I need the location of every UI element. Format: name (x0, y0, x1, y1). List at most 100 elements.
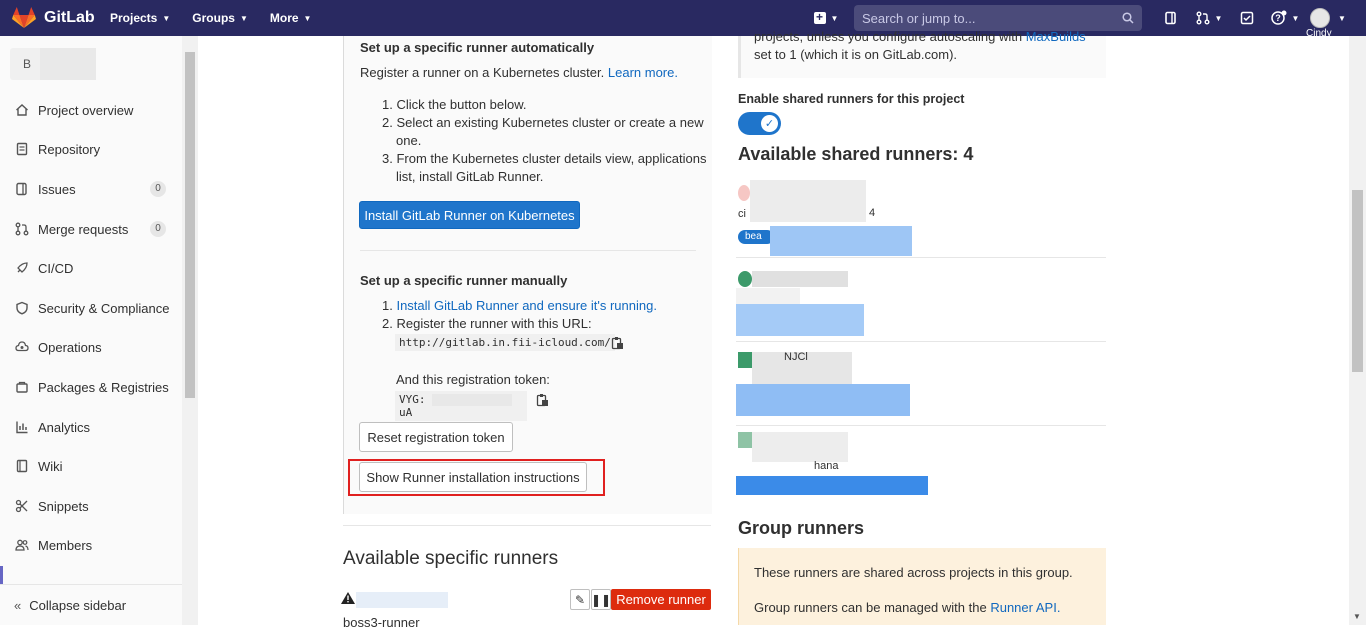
chevron-down-icon: ▼ (1338, 13, 1346, 23)
new-item-dropdown[interactable]: + ▼ (808, 11, 844, 24)
runner-api-link[interactable]: Runner API. (990, 600, 1060, 615)
maxbuilds-link[interactable]: MaxBuilds (1026, 29, 1086, 44)
clipboard-icon (611, 337, 623, 350)
nav-groups[interactable]: Groups ▼ (192, 11, 248, 25)
clipboard-icon (536, 394, 548, 407)
sidebar-item-label: Members (38, 537, 93, 553)
runner-separator (736, 341, 1106, 342)
sidebar-item-packages-registries[interactable]: Packages & Registries (0, 368, 182, 406)
warning-icon (341, 592, 355, 604)
scroll-down-arrow-icon[interactable]: ▼ (1353, 612, 1361, 621)
top-navbar: GitLab Projects ▼ Groups ▼ More ▼ + ▼ Searc… (0, 0, 1366, 39)
manual-step-2: 2. Register the runner with this URL: (382, 316, 592, 331)
snippet-icon (14, 498, 30, 514)
enable-shared-runners-toggle[interactable]: ✓ (738, 112, 781, 135)
sidebar-item-security-compliance[interactable]: Security & Compliance (0, 289, 182, 327)
auto-setup-heading: Set up a specific runner automatically (360, 40, 595, 55)
copy-url-button[interactable] (611, 336, 624, 353)
home-icon (14, 102, 30, 118)
collapse-sidebar-button[interactable]: « Collapse sidebar (0, 584, 182, 625)
sidebar-item-issues[interactable]: Issues 0 (0, 170, 182, 208)
sidebar-scrollbar-thumb[interactable] (185, 52, 195, 398)
nav-more[interactable]: More ▼ (270, 11, 312, 25)
chevron-down-icon: ▼ (239, 13, 248, 23)
edit-runner-button[interactable]: ✎ (570, 589, 590, 610)
token-label: And this registration token: (396, 372, 550, 387)
learn-more-link[interactable]: Learn more. (608, 65, 678, 80)
group-runners-line-1: These runners are shared across projects… (754, 565, 1073, 580)
runner-url-code: http://gitlab.in.fii-icloud.com/ (395, 334, 615, 351)
auto-step-1-text: Click the button below. (396, 97, 527, 112)
check-icon: ✓ (761, 115, 778, 132)
redacted-project-name (40, 48, 96, 80)
runner-tag-badge: bea (738, 230, 774, 244)
registration-token-code: VYG: uA (395, 391, 527, 421)
redacted-token (432, 394, 513, 406)
sidebar-item-operations[interactable]: Operations (0, 328, 182, 366)
sidebar-item-ci-cd[interactable]: CI/CD (0, 249, 182, 287)
users-icon (14, 537, 30, 553)
plus-square-icon: + (813, 11, 826, 24)
page-scrollbar-thumb[interactable] (1352, 190, 1363, 372)
double-chevron-left-icon: « (14, 597, 22, 613)
redacted-runner-tags (736, 304, 864, 336)
todos-button[interactable] (1230, 11, 1264, 25)
sidebar-item-label: Repository (38, 141, 101, 157)
sidebar-item-label: Wiki (38, 458, 63, 474)
pause-runner-button[interactable]: ❚❚ (591, 589, 611, 610)
install-runner-link[interactable]: Install GitLab Runner and ensure it's ru… (396, 298, 656, 313)
todo-issues-button[interactable] (1154, 11, 1188, 25)
sidebar-item-wiki[interactable]: Wiki (0, 447, 182, 485)
collapse-sidebar-label: Collapse sidebar (29, 597, 127, 613)
user-menu[interactable]: ▼ Cindy (1306, 8, 1350, 39)
redacted-runner-info (736, 288, 800, 304)
copy-token-button[interactable] (536, 393, 549, 410)
runner-separator (736, 257, 1106, 258)
help-dropdown[interactable]: ? ▼ (1264, 10, 1306, 26)
group-runners-line-2-text: Group runners can be managed with the (754, 600, 987, 615)
sidebar-item-repository[interactable]: Repository (0, 130, 182, 168)
available-specific-runners-heading: Available specific runners (343, 548, 559, 569)
chevron-down-icon: ▼ (303, 13, 312, 23)
shared-info-line-1: projects, unless you configure autoscali… (754, 29, 1086, 44)
remove-runner-button[interactable]: Remove runner (611, 589, 711, 610)
search-icon (1122, 12, 1134, 24)
sidebar-item-project-overview[interactable]: Project overview (0, 91, 182, 129)
sidebar-item-members[interactable]: Members (0, 526, 182, 564)
merge-request-icon (1196, 11, 1210, 25)
merge-request-icon (14, 221, 30, 237)
redacted-runner-id (356, 592, 448, 608)
cloud-gear-icon (14, 339, 30, 355)
redacted-runner-info (752, 271, 848, 287)
user-name: Cindy (1306, 28, 1332, 39)
pencil-icon: ✎ (574, 592, 586, 607)
merge-requests-count-badge: 0 (150, 221, 166, 237)
runner-status-icon (738, 352, 752, 368)
install-runner-kubernetes-button[interactable]: Install GitLab Runner on Kubernetes (359, 201, 580, 229)
sidebar-item-label: Analytics (38, 419, 91, 435)
sidebar-item-label: Project overview (38, 102, 134, 118)
sidebar-item-snippets[interactable]: Snippets (0, 487, 182, 525)
nav-projects[interactable]: Projects ▼ (110, 11, 170, 25)
sidebar-item-merge-requests[interactable]: Merge requests 0 (0, 210, 182, 248)
token-end: uA (399, 406, 413, 419)
todo-check-icon (1240, 11, 1254, 25)
redacted-runner-info (752, 432, 848, 462)
merge-requests-dropdown[interactable]: ▼ (1188, 11, 1230, 25)
runner-1-prefix: ci (738, 208, 746, 220)
runner-status-icon (738, 432, 752, 448)
gitlab-home-link[interactable]: GitLab (0, 7, 110, 29)
sidebar-item-label: Issues (38, 181, 76, 197)
avatar (1310, 8, 1331, 28)
sidebar-item-analytics[interactable]: Analytics (0, 408, 182, 446)
nav-projects-label: Projects (110, 11, 158, 25)
shared-info-text: projects, unless you configure autoscali… (754, 29, 1023, 44)
shared-info-line-2: set to 1 (which it is on GitLab.com). (754, 47, 958, 62)
runner-4-fragment: hana (814, 460, 839, 472)
search-input[interactable]: Search or jump to... (854, 5, 1142, 31)
manual-step-2-text: Register the runner with this URL: (396, 316, 592, 331)
reset-registration-token-button[interactable]: Reset registration token (359, 422, 513, 452)
token-start: VYG: (399, 393, 426, 406)
project-avatar[interactable]: B (10, 48, 96, 80)
redacted-runner-tags (736, 384, 910, 416)
